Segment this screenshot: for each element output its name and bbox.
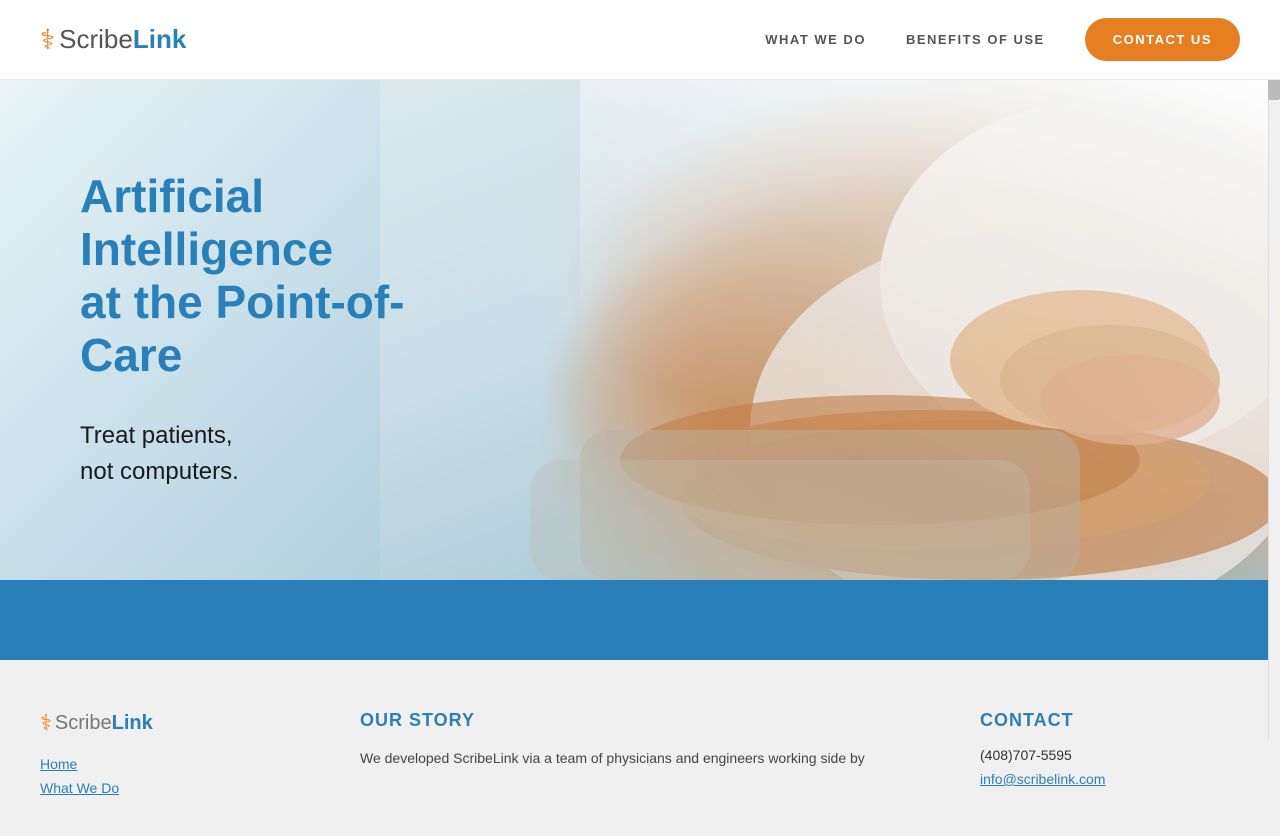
footer-nav-what-we-do[interactable]: What We Do	[40, 780, 320, 796]
blue-band	[0, 580, 1280, 660]
logo: ⚕ ScribeLink	[40, 23, 186, 56]
footer-contact-column: CONTACT (408)707-5595 info@scribelink.co…	[980, 710, 1240, 796]
nav-links: WHAT WE DO BENEFITS OF USE CONTACT US	[765, 18, 1240, 61]
footer-story-column: OUR STORY We developed ScribeLink via a …	[320, 710, 980, 796]
hero-headline-line1: Artificial Intelligence	[80, 170, 333, 275]
hero-subtext: Treat patients, not computers.	[80, 418, 480, 490]
hero-subtext-line2: not computers.	[80, 458, 239, 485]
footer-story-text: We developed ScribeLink via a team of ph…	[360, 747, 940, 769]
nav-benefits[interactable]: BENEFITS OF USE	[906, 32, 1045, 47]
footer-nav-links: Home What We Do	[40, 756, 320, 796]
footer-logo: ⚕ ScribeLink	[40, 710, 320, 736]
footer-contact-phone: (408)707-5595	[980, 747, 1240, 763]
hero-subtext-line1: Treat patients,	[80, 422, 233, 449]
logo-text: ScribeLink	[59, 24, 186, 55]
footer-contact-title: CONTACT	[980, 710, 1240, 731]
nav-what-we-do[interactable]: WHAT WE DO	[765, 32, 866, 47]
logo-scribe: Scribe	[59, 24, 133, 54]
contact-us-button[interactable]: CONTACT US	[1085, 18, 1240, 61]
logo-icon: ⚕	[40, 23, 55, 56]
scrollbar[interactable]	[1268, 0, 1280, 739]
hero-headline: Artificial Intelligence at the Point-of-…	[80, 170, 480, 382]
footer-logo-link: Link	[112, 712, 153, 734]
footer-logo-text: ScribeLink	[55, 712, 153, 735]
footer: ⚕ ScribeLink Home What We Do OUR STORY W…	[0, 660, 1280, 836]
footer-logo-column: ⚕ ScribeLink Home What We Do	[40, 710, 320, 796]
footer-story-title: OUR STORY	[360, 710, 940, 731]
navbar: ⚕ ScribeLink WHAT WE DO BENEFITS OF USE …	[0, 0, 1280, 80]
hero-section: Artificial Intelligence at the Point-of-…	[0, 80, 1280, 580]
footer-contact-email[interactable]: info@scribelink.com	[980, 771, 1105, 787]
logo-link: Link	[133, 24, 186, 54]
hero-headline-line2: at the Point-of-Care	[80, 276, 405, 381]
footer-logo-scribe: Scribe	[55, 712, 112, 734]
hero-content: Artificial Intelligence at the Point-of-…	[0, 110, 560, 550]
footer-nav-home[interactable]: Home	[40, 756, 320, 772]
footer-logo-icon: ⚕	[40, 710, 52, 736]
